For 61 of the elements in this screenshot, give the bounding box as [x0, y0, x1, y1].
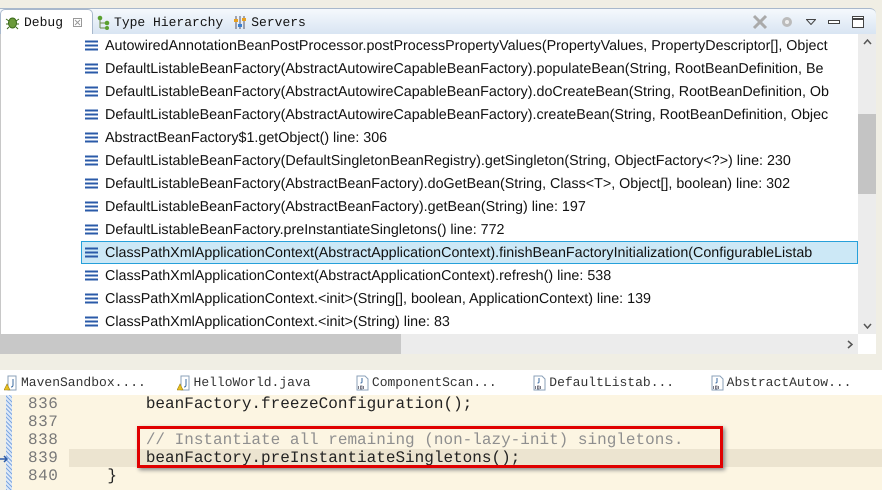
hierarchy-icon [97, 14, 110, 30]
stack-frame[interactable]: ClassPathXmlApplicationContext(AbstractApplicationContext).finishBeanFactoryInitialization(ConfigurableListab [81, 241, 858, 264]
stack-frame-icon [85, 40, 98, 51]
stack-frame-icon [85, 178, 98, 189]
horizontal-scrollbar[interactable] [1, 334, 858, 354]
stack-frame-icon [85, 132, 98, 143]
stack-frame-icon [85, 270, 98, 281]
vertical-scrollbar[interactable] [858, 34, 876, 334]
scroll-up-icon[interactable] [862, 39, 872, 45]
editor-tab[interactable]: ComponentScan... [350, 374, 528, 390]
line-number: 837 [27, 413, 60, 431]
view-tab[interactable]: Servers [229, 10, 312, 34]
stack-frame[interactable]: ClassPathXmlApplicationContext.<init>(String) line: 83 [81, 310, 858, 333]
editor-tab[interactable]: MavenSandbox.... [0, 374, 173, 390]
stack-frame-icon [85, 109, 98, 120]
stack-frame-icon [85, 247, 98, 258]
line-number: 836 [27, 395, 60, 413]
view-tab[interactable]: Debug [0, 9, 94, 34]
editor-tab[interactable]: HelloWorld.java [172, 374, 350, 390]
stack-frame[interactable]: AutowiredAnnotationBeanPostProcessor.postProcessPropertyValues(PropertyValues, PropertyDescriptor[], Object [81, 34, 858, 57]
stack-frame[interactable]: DefaultListableBeanFactory(AbstractAutowireCapableBeanFactory).createBean(String, RootBeanDefinition, Objec [81, 103, 858, 126]
stack-frame-icon [85, 316, 98, 327]
stack-frame-icon [85, 86, 98, 97]
class-file-icon [708, 374, 725, 390]
stack-frame[interactable]: DefaultListableBeanFactory(AbstractBeanFactory).getBean(String) line: 197 [81, 195, 858, 218]
line-number: 840 [27, 467, 60, 485]
stack-frame[interactable]: AbstractBeanFactory$1.getObject() line: 306 [81, 126, 858, 149]
instruction-pointer-icon [0, 455, 9, 463]
code-line: beanFactory.preInstantiateSingletons(); [144, 449, 520, 467]
code-line: } [106, 467, 118, 485]
scroll-right-icon[interactable] [847, 340, 853, 348]
java-file-warning-icon [4, 374, 19, 390]
scroll-down-icon[interactable] [862, 323, 872, 329]
stack-frame[interactable]: ClassPathXmlApplicationContext.<init>(String[], boolean, ApplicationContext) line: 139 [81, 287, 858, 310]
servers-icon [233, 14, 248, 30]
class-file-icon [531, 374, 548, 390]
line-number: 838 [27, 431, 60, 449]
stack-frame[interactable]: DefaultListableBeanFactory(AbstractBeanFactory).doGetBean(String, Class<T>, Object[], boolean) line: 302 [81, 172, 858, 195]
view-menu-icon[interactable] [806, 19, 816, 25]
stack-frame-icon [85, 224, 98, 235]
bug-icon [5, 14, 20, 30]
code-line: beanFactory.freezeConfiguration(); [144, 395, 472, 413]
minimize-icon[interactable] [828, 20, 840, 24]
close-icon[interactable] [73, 18, 82, 26]
maximize-icon[interactable] [852, 16, 864, 28]
stack-frame[interactable]: ClassPathXmlApplicationContext(AbstractApplicationContext).refresh() line: 538 [81, 264, 858, 287]
stack-frame[interactable]: DefaultListableBeanFactory(DefaultSingletonBeanRegistry).getSingleton(String, ObjectFactory<?>) line: 230 [81, 149, 858, 172]
stack-frame[interactable]: DefaultListableBeanFactory(AbstractAutowireCapableBeanFactory).doCreateBean(String, RootBeanDefinition, Ob [81, 80, 858, 103]
stack-frame-icon [85, 63, 98, 74]
class-file-icon [354, 374, 370, 390]
stack-frame-icon [85, 155, 98, 166]
line-number: 839 [27, 449, 60, 467]
editor-tab[interactable]: DefaultListab... [527, 374, 705, 390]
java-file-warning-icon [176, 374, 192, 390]
editor-tab[interactable]: AbstractAutow... [704, 374, 882, 390]
stack-frame[interactable]: DefaultListableBeanFactory.preInstantiateSingletons() line: 772 [81, 218, 858, 241]
stack-frame[interactable]: DefaultListableBeanFactory(AbstractAutowireCapableBeanFactory).populateBean(String, RootBeanDefinition, Be [81, 57, 858, 80]
code-comment: // Instantiate all remaining (non-lazy-init) singletons. [144, 431, 684, 449]
stack-frame-icon [85, 201, 98, 212]
stack-frame-icon [85, 293, 98, 304]
view-tab[interactable]: Type Hierarchy [93, 10, 230, 34]
